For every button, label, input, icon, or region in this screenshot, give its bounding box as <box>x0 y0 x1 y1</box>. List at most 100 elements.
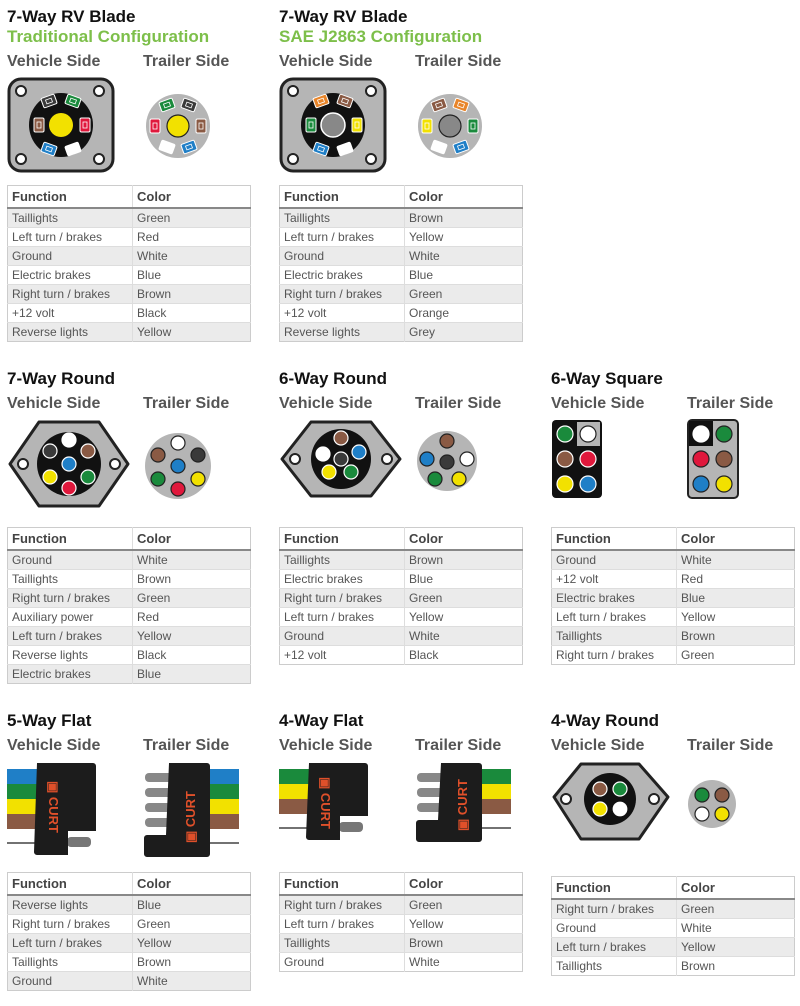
side-labels: Vehicle Side Trailer Side <box>551 395 797 419</box>
wiring-table: Function Color Right turn / brakes Green Gro… <box>551 876 795 976</box>
function-cell: Right turn / brakes <box>551 898 677 919</box>
wire-yellow <box>207 799 239 814</box>
vehicle-side-connector <box>7 77 115 173</box>
curt-logo: ▣ CURT <box>46 781 61 833</box>
vehicle-side-label: Vehicle Side <box>7 737 101 754</box>
table-header-row: Function Color <box>279 872 523 896</box>
function-cell: Ground <box>279 952 405 972</box>
pin-yellow <box>715 475 733 493</box>
color-cell: White <box>404 626 523 646</box>
mount-hole <box>93 153 105 165</box>
color-cell: Brown <box>132 284 251 304</box>
function-cell: Left turn / brakes <box>551 937 677 957</box>
wiring-table: Function Color Ground White +12 volt Red Elect… <box>551 527 795 665</box>
function-cell: Ground <box>7 246 133 266</box>
pin-blue <box>170 458 186 474</box>
table-header-row: Function Color <box>7 185 251 209</box>
color-cell: Green <box>404 588 523 608</box>
trailer-side-connector <box>687 419 739 499</box>
trailer-side-connector: ▣ CURT <box>144 763 239 857</box>
pin-white <box>611 800 629 818</box>
function-cell: Taillights <box>551 956 677 976</box>
panel-title: 6-Way Round <box>279 369 387 388</box>
header-color: Color <box>404 872 523 896</box>
trailer-side-label: Trailer Side <box>415 395 502 412</box>
header-color: Color <box>132 185 251 209</box>
table-row: Left turn / brakes Red <box>7 227 251 247</box>
function-cell: Right turn / brakes <box>7 914 133 934</box>
trailer-side-label: Trailer Side <box>143 395 230 412</box>
trailer-side-label: Trailer Side <box>143 53 230 70</box>
table-row: Taillights Brown <box>551 626 795 646</box>
color-cell: Green <box>132 914 251 934</box>
table-row: Taillights Brown <box>7 569 251 589</box>
header-function: Function <box>7 527 133 551</box>
wire-yellow <box>479 784 511 799</box>
trailer-side-connector <box>146 94 210 158</box>
blade-yellow <box>421 118 433 134</box>
side-labels: Vehicle Side Trailer Side <box>7 53 253 77</box>
blade-green <box>467 118 479 134</box>
panel-title: 7-Way Round <box>7 369 115 388</box>
table-row: Right turn / brakes Green <box>279 588 523 608</box>
function-cell: Auxiliary power <box>7 607 133 627</box>
function-cell: Ground <box>7 971 133 991</box>
table-header-row: Function Color <box>7 872 251 896</box>
mount-hole <box>365 85 377 97</box>
color-cell: Red <box>132 227 251 247</box>
function-cell: Right turn / brakes <box>551 645 677 665</box>
header-function: Function <box>7 872 133 896</box>
table-row: +12 volt Orange <box>279 303 523 323</box>
wiring-table: Function Color Taillights Green Left turn / … <box>7 185 251 342</box>
color-cell: Black <box>132 303 251 323</box>
wiring-table: Function Color Ground White Taillights Brown R… <box>7 527 251 684</box>
wiring-table: Function Color Taillights Brown Left turn / … <box>279 185 523 342</box>
header-color: Color <box>676 527 795 551</box>
panel-rv-traditional: 7-Way RV Blade Traditional Configuration V… <box>7 7 253 187</box>
function-cell: Right turn / brakes <box>279 894 405 915</box>
table-row: Left turn / brakes Yellow <box>279 914 523 934</box>
color-cell: Green <box>132 588 251 608</box>
color-cell: White <box>404 952 523 972</box>
function-cell: Ground <box>7 549 133 570</box>
color-cell: Brown <box>404 933 523 953</box>
function-cell: Left turn / brakes <box>279 227 405 247</box>
side-labels: Vehicle Side Trailer Side <box>279 53 525 77</box>
trailer-side-connector <box>688 780 736 828</box>
color-cell: White <box>132 549 251 570</box>
vehicle-side-label: Vehicle Side <box>279 737 373 754</box>
vehicle-side-connector <box>279 77 387 173</box>
function-cell: Electric brakes <box>279 569 405 589</box>
table-row: Right turn / brakes Green <box>551 645 795 665</box>
table-row: Ground White <box>7 549 251 570</box>
header-color: Color <box>132 872 251 896</box>
color-cell: Yellow <box>132 626 251 646</box>
connector-figures <box>551 419 797 529</box>
header-function: Function <box>551 527 677 551</box>
mount-hole <box>289 453 301 465</box>
panel-title: 6-Way Square <box>551 369 663 388</box>
pin-green <box>343 464 359 480</box>
wiring-table: Function Color Right turn / brakes Green Lef… <box>279 872 523 972</box>
pin-black <box>439 454 455 470</box>
color-cell: Yellow <box>132 322 251 342</box>
blade-brown <box>33 117 45 133</box>
mount-hole <box>15 153 27 165</box>
wire-brown <box>207 814 239 829</box>
color-cell: Yellow <box>132 933 251 953</box>
pin-black <box>333 451 349 467</box>
pin-brown <box>439 433 455 449</box>
color-cell: White <box>132 971 251 991</box>
header-function: Function <box>279 185 405 209</box>
table-row: Left turn / brakes Yellow <box>551 607 795 627</box>
table-row: Reverse lights Grey <box>279 322 523 342</box>
function-cell: Left turn / brakes <box>551 607 677 627</box>
table-header-row: Function Color <box>7 527 251 551</box>
function-cell: +12 volt <box>551 569 677 589</box>
pin-yellow <box>321 464 337 480</box>
vehicle-side-label: Vehicle Side <box>7 53 101 70</box>
table-row: Electric brakes Blue <box>551 588 795 608</box>
pin-yellow <box>592 801 608 817</box>
function-cell: Electric brakes <box>7 265 133 285</box>
pin-brown <box>714 787 730 803</box>
